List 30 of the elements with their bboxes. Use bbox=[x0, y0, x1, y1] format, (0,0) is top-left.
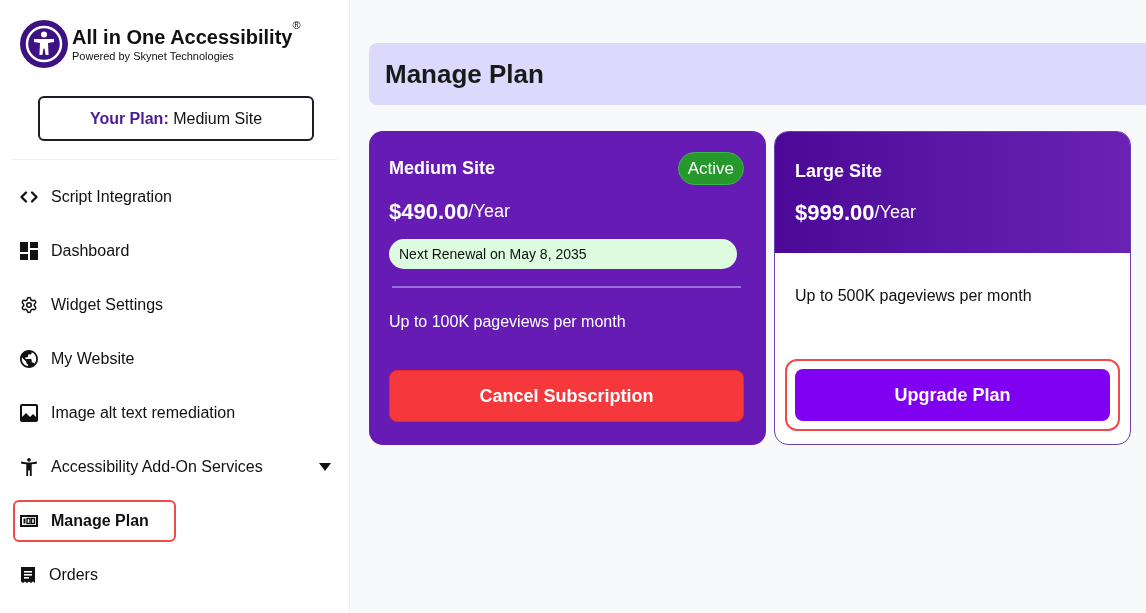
plan-name: Medium Site bbox=[389, 157, 495, 180]
counter-icon bbox=[20, 515, 38, 527]
renewal-pill: Next Renewal on May 8, 2035 bbox=[389, 239, 737, 269]
sidebar-item[interactable]: Accessibility Add-On Services bbox=[13, 446, 341, 488]
plan-name: Large Site bbox=[795, 160, 884, 183]
image-icon bbox=[20, 404, 38, 422]
sidebar-item[interactable]: Manage Plan bbox=[13, 500, 176, 542]
receipt-icon bbox=[20, 566, 36, 584]
sidebar-item[interactable]: Orders bbox=[13, 554, 125, 596]
dashboard-icon bbox=[20, 242, 38, 260]
status-badge: Active bbox=[677, 152, 744, 185]
sidebar-item[interactable]: Widget Settings bbox=[13, 284, 191, 326]
sidebar-item[interactable]: Script Integration bbox=[13, 176, 199, 218]
plan-price: $999.00/Year bbox=[795, 198, 917, 226]
globe-icon bbox=[20, 350, 38, 368]
logo-subtitle: Powered by Skynet Technologies bbox=[72, 49, 235, 63]
code-icon bbox=[20, 188, 38, 206]
plan-price: $490.00/Year bbox=[389, 197, 511, 225]
settings-icon bbox=[20, 296, 38, 314]
sidebar-item[interactable]: My Website bbox=[13, 338, 162, 380]
person-icon bbox=[20, 458, 38, 476]
plan-feature: Up to 500K pageviews per month bbox=[795, 286, 1033, 306]
sidebar-item[interactable]: Dashboard bbox=[13, 230, 157, 272]
sidebar-item[interactable]: Image alt text remediation bbox=[13, 392, 263, 434]
accessibility-logo-icon bbox=[20, 20, 68, 68]
plan-badge-text: Your Plan: Medium Site bbox=[89, 108, 263, 129]
cancel-button[interactable]: Cancel Subscription bbox=[389, 370, 744, 422]
page-title: Manage Plan bbox=[385, 57, 544, 91]
plan-feature: Up to 100K pageviews per month bbox=[389, 312, 627, 332]
upgrade-button[interactable]: Upgrade Plan bbox=[795, 369, 1110, 421]
